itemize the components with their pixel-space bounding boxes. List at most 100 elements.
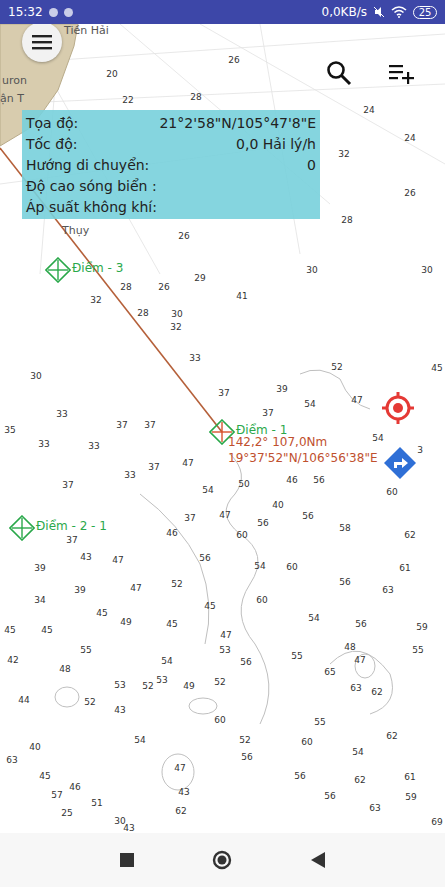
depth-sounding: 56 bbox=[302, 511, 313, 521]
depth-sounding: 33 bbox=[124, 470, 135, 480]
depth-sounding: 33 bbox=[189, 353, 200, 363]
depth-sounding: 54 bbox=[308, 613, 319, 623]
depth-sounding: 53 bbox=[219, 645, 230, 655]
depth-sounding: 56 bbox=[355, 619, 366, 629]
home-icon[interactable] bbox=[212, 850, 232, 870]
depth-sounding: 56 bbox=[294, 771, 305, 781]
depth-sounding: 47 bbox=[219, 510, 230, 520]
info-row: Tọa độ:21°2'58"N/105°47'8"E bbox=[26, 112, 316, 133]
depth-sounding: 62 bbox=[404, 530, 415, 540]
depth-sounding: 56 bbox=[324, 791, 335, 801]
info-value: 21°2'58"N/105°47'8"E bbox=[159, 115, 316, 131]
depth-sounding: 54 bbox=[372, 433, 383, 443]
depth-sounding: 34 bbox=[34, 595, 45, 605]
depth-sounding: 28 bbox=[137, 308, 148, 318]
depth-sounding: 56 bbox=[199, 553, 210, 563]
depth-sounding: 3 bbox=[417, 445, 423, 455]
depth-sounding: 28 bbox=[341, 215, 352, 225]
depth-sounding: 56 bbox=[257, 518, 268, 528]
depth-sounding: 55 bbox=[314, 717, 325, 727]
depth-sounding: 55 bbox=[80, 645, 91, 655]
info-label: Hướng di chuyển: bbox=[26, 157, 149, 173]
waypoint-icon[interactable] bbox=[45, 257, 71, 283]
depth-sounding: 54 bbox=[352, 747, 363, 757]
waypoint-label: Điểm - 1 bbox=[236, 423, 287, 437]
depth-sounding: 46 bbox=[69, 782, 80, 792]
depth-sounding: 28 bbox=[120, 282, 131, 292]
depth-sounding: 32 bbox=[90, 295, 101, 305]
info-row: Tốc độ:0,0 Hải lý/h bbox=[26, 133, 316, 154]
depth-sounding: 52 bbox=[214, 677, 225, 687]
depth-sounding: 60 bbox=[214, 715, 225, 725]
locate-icon[interactable] bbox=[381, 391, 415, 425]
depth-sounding: 30 bbox=[421, 265, 432, 275]
depth-sounding: 63 bbox=[382, 585, 393, 595]
info-row: Áp suất không khí: bbox=[26, 196, 316, 217]
depth-sounding: 62 bbox=[386, 731, 397, 741]
depth-sounding: 61 bbox=[404, 772, 415, 782]
info-row: Độ cao sóng biển : bbox=[26, 175, 316, 196]
notification-icon bbox=[64, 8, 73, 17]
depth-sounding: 42 bbox=[7, 655, 18, 665]
depth-sounding: 24 bbox=[363, 105, 374, 115]
depth-sounding: 37 bbox=[62, 480, 73, 490]
depth-sounding: 43 bbox=[80, 552, 91, 562]
battery-level: 25 bbox=[413, 6, 437, 19]
depth-sounding: 45 bbox=[431, 363, 442, 373]
depth-sounding: 49 bbox=[183, 681, 194, 691]
search-icon[interactable] bbox=[326, 60, 352, 86]
waypoint-icon[interactable] bbox=[9, 515, 35, 541]
status-bar: 15:32 0,0KB/s 25 bbox=[0, 0, 445, 24]
back-icon[interactable] bbox=[310, 851, 326, 869]
wifi-icon bbox=[391, 6, 407, 18]
depth-sounding: 60 bbox=[301, 737, 312, 747]
depth-sounding: 44 bbox=[18, 695, 29, 705]
depth-sounding: 56 bbox=[240, 657, 251, 667]
depth-sounding: 48 bbox=[59, 664, 70, 674]
depth-sounding: 69 bbox=[431, 817, 442, 827]
depth-sounding: 28 bbox=[190, 92, 201, 102]
depth-sounding: 43 bbox=[178, 787, 189, 797]
chart-map[interactable]: 2022282624243226282630302826294132283032… bbox=[0, 24, 445, 833]
depth-sounding: 60 bbox=[236, 530, 247, 540]
depth-sounding: 50 bbox=[238, 479, 249, 489]
depth-sounding: 45 bbox=[96, 608, 107, 618]
depth-sounding: 26 bbox=[404, 188, 415, 198]
depth-sounding: 54 bbox=[304, 399, 315, 409]
depth-sounding: 60 bbox=[256, 595, 267, 605]
place-label: uron bbox=[2, 74, 27, 87]
depth-sounding: 30 bbox=[171, 309, 182, 319]
depth-sounding: 33 bbox=[38, 439, 49, 449]
depth-sounding: 20 bbox=[106, 69, 117, 79]
info-value: 0 bbox=[307, 157, 316, 173]
depth-sounding: 22 bbox=[122, 95, 133, 105]
directions-icon[interactable] bbox=[383, 446, 417, 480]
depth-sounding: 59 bbox=[416, 622, 427, 632]
depth-sounding: 26 bbox=[158, 282, 169, 292]
place-label: Tiền Hải bbox=[64, 24, 109, 37]
info-label: Áp suất không khí: bbox=[26, 199, 157, 215]
depth-sounding: 30 bbox=[30, 371, 41, 381]
depth-sounding: 47 bbox=[182, 458, 193, 468]
depth-sounding: 26 bbox=[228, 55, 239, 65]
depth-sounding: 37 bbox=[66, 535, 77, 545]
status-left: 15:32 bbox=[8, 5, 73, 19]
depth-sounding: 43 bbox=[114, 705, 125, 715]
depth-sounding: 52 bbox=[84, 697, 95, 707]
depth-sounding: 45 bbox=[166, 619, 177, 629]
depth-sounding: 54 bbox=[161, 656, 172, 666]
depth-sounding: 59 bbox=[405, 792, 416, 802]
depth-sounding: 63 bbox=[350, 683, 361, 693]
info-label: Độ cao sóng biển : bbox=[26, 178, 157, 194]
bearing-distance: 142,2° 107,0Nm bbox=[228, 434, 378, 450]
depth-sounding: 37 bbox=[262, 408, 273, 418]
depth-sounding: 39 bbox=[74, 585, 85, 595]
depth-sounding: 33 bbox=[88, 441, 99, 451]
depth-sounding: 37 bbox=[184, 513, 195, 523]
add-list-icon[interactable] bbox=[389, 62, 415, 84]
network-speed: 0,0KB/s bbox=[322, 5, 367, 19]
depth-sounding: 39 bbox=[34, 563, 45, 573]
depth-sounding: 25 bbox=[61, 808, 72, 818]
recents-icon[interactable] bbox=[119, 852, 135, 868]
mute-icon bbox=[373, 6, 385, 18]
